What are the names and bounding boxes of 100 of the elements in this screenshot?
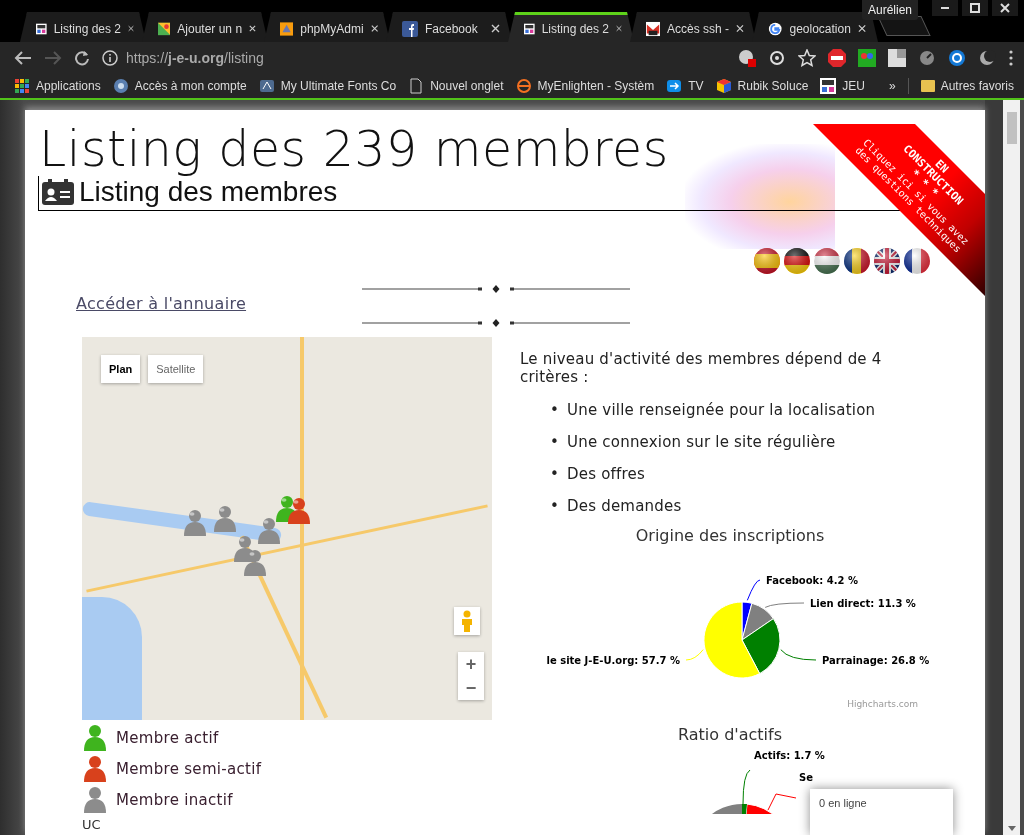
section-heading: Listing des membres (79, 176, 338, 208)
bookmark-link[interactable]: Applications (36, 79, 101, 93)
bookmark-link[interactable]: MyEnlighten - Systèm (537, 79, 655, 93)
criteria-item: Une ville renseignée pour la localisation (567, 400, 876, 420)
criteria-item: Des demandes (567, 496, 682, 516)
pegman-icon (461, 610, 473, 632)
criteria-item: Une connexion sur le site régulière (567, 432, 836, 452)
adblock-icon[interactable] (828, 49, 846, 67)
maximize-button[interactable] (962, 0, 988, 16)
sail-icon (280, 20, 294, 37)
map-icon (158, 20, 171, 37)
zoom-out-button[interactable]: − (458, 676, 484, 700)
map-type-button[interactable]: Satellite (148, 355, 204, 383)
site-logo-icon (820, 78, 837, 94)
bookmark-link[interactable]: TV (688, 79, 704, 93)
leader-line (780, 649, 817, 661)
close-button[interactable] (992, 0, 1018, 16)
target-icon[interactable] (768, 49, 786, 67)
close-icon[interactable] (736, 24, 744, 33)
close-icon[interactable] (857, 24, 866, 33)
person-marker-icon (212, 505, 238, 533)
back-icon[interactable] (14, 50, 32, 66)
flag-icon[interactable] (813, 247, 841, 275)
legend-label: Membre actif (116, 728, 219, 747)
data-label: Lien direct: 11.3 % (810, 598, 916, 609)
bookmark-star-icon[interactable] (798, 49, 816, 67)
leader-line (764, 602, 805, 608)
folder-icon (920, 80, 935, 92)
browser-tab[interactable]: Ajouter un n (142, 12, 268, 42)
flag-icon[interactable] (843, 247, 871, 275)
browser-tab[interactable]: Facebook (386, 12, 512, 42)
criteria-intro: Le niveau d'activité des membres dépend de 4 critères : (520, 350, 883, 386)
leader-line (685, 649, 704, 661)
bookmark-link[interactable]: JEU (842, 79, 865, 93)
scroll-down-icon[interactable] (1007, 826, 1016, 831)
bullet: • (550, 496, 560, 516)
leader-line (767, 793, 797, 811)
person-marker-icon (242, 549, 268, 577)
bullet: • (550, 432, 560, 452)
close-icon (1000, 3, 1010, 13)
id-card-icon (42, 179, 74, 205)
person-marker-icon (182, 509, 208, 537)
data-label: Parrainage: 26.8 % (822, 655, 930, 666)
leader-line (742, 769, 751, 805)
more-bookmarks-button[interactable]: » (889, 79, 896, 93)
chart-title: Ratio d'actifs (677, 725, 783, 744)
close-icon[interactable] (616, 24, 622, 33)
bullet: • (550, 400, 560, 420)
data-label: Actifs: 1.7 % (754, 750, 825, 761)
page-title: Listing des 239 membres (39, 124, 669, 176)
data-label: Se (799, 772, 813, 783)
minimize-icon (941, 7, 949, 9)
font-logo-icon (258, 78, 275, 94)
bookmark-link[interactable]: Accès à mon compte (134, 79, 247, 93)
data-label: le site J-E-U.org: 57.7 % (546, 655, 680, 666)
address-field[interactable]: https://j-e-u.org/listing (126, 50, 264, 66)
legend-label: Membre semi-actif (116, 759, 262, 778)
browser-tab[interactable]: Accès ssh - (630, 12, 756, 42)
close-icon[interactable] (491, 24, 500, 33)
flag-icon[interactable] (753, 247, 781, 275)
flag-icon[interactable] (783, 247, 811, 275)
footer-text: UC (82, 817, 102, 832)
minimize-button[interactable] (932, 0, 958, 16)
browser-tab[interactable]: Listing des 2 (20, 12, 146, 42)
legend-label: Membre inactif (116, 790, 233, 809)
online-count: 0 en ligne (819, 797, 868, 809)
bookmark-link[interactable]: Nouvel onglet (430, 79, 504, 93)
bookmark-link[interactable]: Rubik Soluce (737, 79, 809, 93)
gauge-icon[interactable] (918, 49, 936, 67)
browser-tab[interactable]: phpMyAdmi (264, 12, 390, 42)
criteria-item: Des offres (567, 464, 646, 484)
page-icon (408, 78, 425, 94)
maximize-icon (970, 3, 980, 13)
zoom-in-button[interactable]: + (458, 652, 484, 676)
circle-logo-icon (515, 78, 532, 94)
browser-tab[interactable]: Listing des 2 (508, 12, 634, 42)
close-icon[interactable] (249, 24, 256, 33)
moon-icon[interactable] (978, 49, 996, 67)
close-icon[interactable] (128, 24, 134, 33)
flag-icon[interactable] (873, 247, 901, 275)
profile-button[interactable]: Aurélien (861, 0, 918, 20)
directory-link[interactable]: Accéder à l'annuaire (76, 294, 362, 313)
info-icon (102, 50, 118, 66)
sync-icon[interactable] (948, 49, 966, 67)
chart-title: Origine des inscriptions (634, 526, 826, 545)
person-marker-icon (286, 497, 312, 525)
mail-icon (646, 20, 661, 37)
reload-icon[interactable] (74, 50, 90, 66)
google-icon (768, 20, 783, 37)
bookmark-folder[interactable]: Autres favoris (940, 79, 1015, 93)
leader-line (746, 579, 761, 601)
facebook-icon (402, 20, 418, 37)
data-label: Facebook: 4.2 % (766, 575, 858, 586)
close-icon[interactable] (370, 24, 378, 33)
map-type-button[interactable]: Plan (101, 355, 141, 383)
scrollbar-thumb[interactable] (1006, 112, 1017, 144)
bookmark-link[interactable]: My Ultimate Fonts Co (280, 79, 397, 93)
cookie-blocked-icon[interactable] (738, 49, 756, 67)
apps-grid-icon (14, 78, 30, 94)
menu-icon[interactable] (1008, 50, 1014, 66)
